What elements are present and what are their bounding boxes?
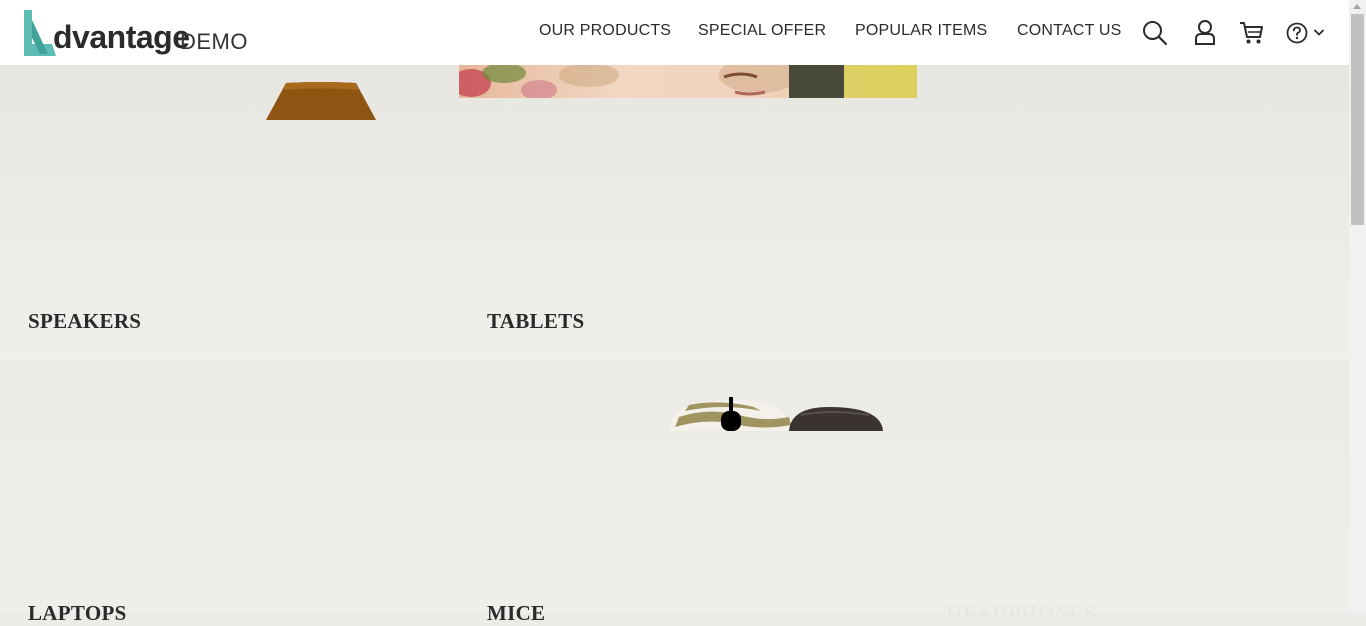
mice-image[interactable]: [669, 397, 884, 431]
nav-our-products[interactable]: OUR PRODUCTS: [539, 22, 671, 40]
nav-contact-us[interactable]: CONTACT US: [1017, 22, 1122, 40]
category-tablets[interactable]: TABLETS: [487, 309, 584, 334]
nav-special-offer[interactable]: SPECIAL OFFER: [698, 22, 826, 40]
category-speakers[interactable]: SPEAKERS: [28, 309, 141, 334]
help-icon[interactable]: [1286, 22, 1308, 44]
category-mice[interactable]: MICE: [487, 601, 545, 626]
chevron-down-icon[interactable]: [1313, 28, 1325, 37]
cart-icon[interactable]: [1239, 21, 1264, 45]
scroll-up-arrow-icon[interactable]: [1353, 4, 1361, 9]
category-laptops[interactable]: LAPTOPS: [28, 601, 127, 626]
tablet-photo: [459, 65, 917, 98]
scrollbar-thumb[interactable]: [1351, 14, 1364, 225]
vertical-scrollbar[interactable]: [1349, 0, 1366, 613]
speaker-image[interactable]: [266, 82, 376, 121]
nav-popular-items[interactable]: POPULAR ITEMS: [855, 22, 987, 40]
site-header: dvantage DEMO OUR PRODUCTS SPECIAL OFFER…: [0, 0, 1349, 65]
user-icon[interactable]: [1194, 19, 1216, 45]
tablet-image[interactable]: [459, 65, 917, 98]
category-headphones[interactable]: HEADPHONES: [946, 601, 1096, 626]
category-row-top: [0, 65, 1349, 361]
search-icon[interactable]: [1142, 20, 1168, 46]
